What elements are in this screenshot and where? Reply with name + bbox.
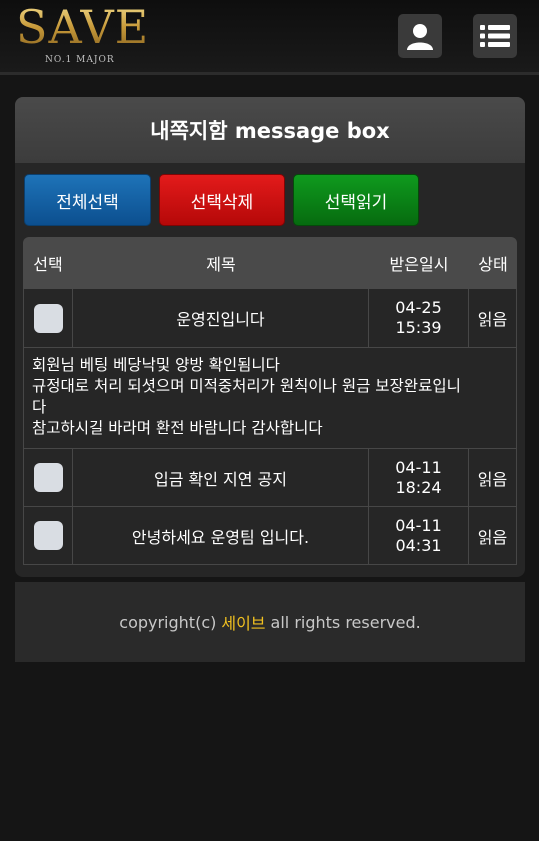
logo-text: SAVE xyxy=(16,0,150,54)
copyright-suffix: all rights reserved. xyxy=(270,612,421,632)
page-title: 내쪽지함 message box xyxy=(150,119,390,143)
row-time: 15:39 xyxy=(395,318,442,337)
row-checkbox[interactable] xyxy=(33,521,63,550)
top-bar: SAVE NO.1 MAJOR xyxy=(0,0,539,75)
row-select-cell xyxy=(23,289,73,347)
row-checkbox[interactable] xyxy=(33,303,63,333)
row-date: 04-25 xyxy=(395,298,442,317)
row-time: 18:24 xyxy=(395,477,442,497)
row-received: 04-11 04:31 xyxy=(369,507,469,564)
row-received: 04-25 15:39 xyxy=(369,289,469,347)
table-header: 선택 제목 받은일시 상태 xyxy=(23,237,517,289)
row-title[interactable]: 운영진입니다 xyxy=(73,289,369,347)
message-line: 규정대로 처리 되셧으며 미적중처리가 원칙이나 원금 보장완료입니 xyxy=(32,377,461,395)
row-select-cell xyxy=(23,507,73,564)
select-all-button[interactable]: 전체선택 xyxy=(24,174,151,226)
row-received: 04-11 18:24 xyxy=(369,449,469,506)
row-title[interactable]: 안녕하세요 운영팀 입니다. xyxy=(73,507,369,564)
header-status: 상태 xyxy=(478,255,508,274)
row-status: 읽음 xyxy=(469,289,517,347)
header-received: 받은일시 xyxy=(389,255,449,274)
message-line: 다 xyxy=(32,398,47,416)
table-row[interactable]: 입금 확인 지연 공지 04-11 18:24 읽음 xyxy=(23,449,517,507)
row-status: 읽음 xyxy=(469,449,517,506)
list-menu-icon xyxy=(480,25,510,47)
panel-header: 내쪽지함 message box xyxy=(15,97,525,163)
row-status: 읽음 xyxy=(469,507,517,564)
row-select-cell xyxy=(23,449,73,506)
header-title: 제목 xyxy=(206,255,236,274)
row-date: 04-11 xyxy=(395,457,442,477)
message-line: 회원님 베팅 베당낙및 양방 확인됨니다 xyxy=(32,356,280,374)
message-content: 회원님 베팅 베당낙및 양방 확인됨니다 규정대로 처리 되셧으며 미적중처리가… xyxy=(23,348,517,449)
footer: copyright(c) 세이브 all rights reserved. xyxy=(15,582,525,662)
user-icon xyxy=(407,24,433,50)
read-selected-button[interactable]: 선택읽기 xyxy=(293,174,419,226)
row-title[interactable]: 입금 확인 지연 공지 xyxy=(73,449,369,506)
copyright-prefix: copyright(c) xyxy=(119,612,217,632)
table-row[interactable]: 운영진입니다 04-25 15:39 읽음 xyxy=(23,289,517,348)
row-date: 04-11 xyxy=(395,515,442,535)
user-button[interactable] xyxy=(398,14,442,58)
menu-button[interactable] xyxy=(473,14,517,58)
logo[interactable]: SAVE NO.1 MAJOR xyxy=(16,2,150,66)
table-row[interactable]: 안녕하세요 운영팀 입니다. 04-11 04:31 읽음 xyxy=(23,507,517,565)
row-checkbox[interactable] xyxy=(33,463,63,492)
message-line: 참고하시길 바라며 환전 바람니다 감사합니다 xyxy=(32,419,323,437)
delete-selected-button[interactable]: 선택삭제 xyxy=(159,174,285,226)
footer-brand: 세이브 xyxy=(221,614,266,633)
header-select: 선택 xyxy=(33,255,63,274)
logo-subtitle: NO.1 MAJOR xyxy=(45,55,115,65)
row-time: 04:31 xyxy=(395,535,442,555)
